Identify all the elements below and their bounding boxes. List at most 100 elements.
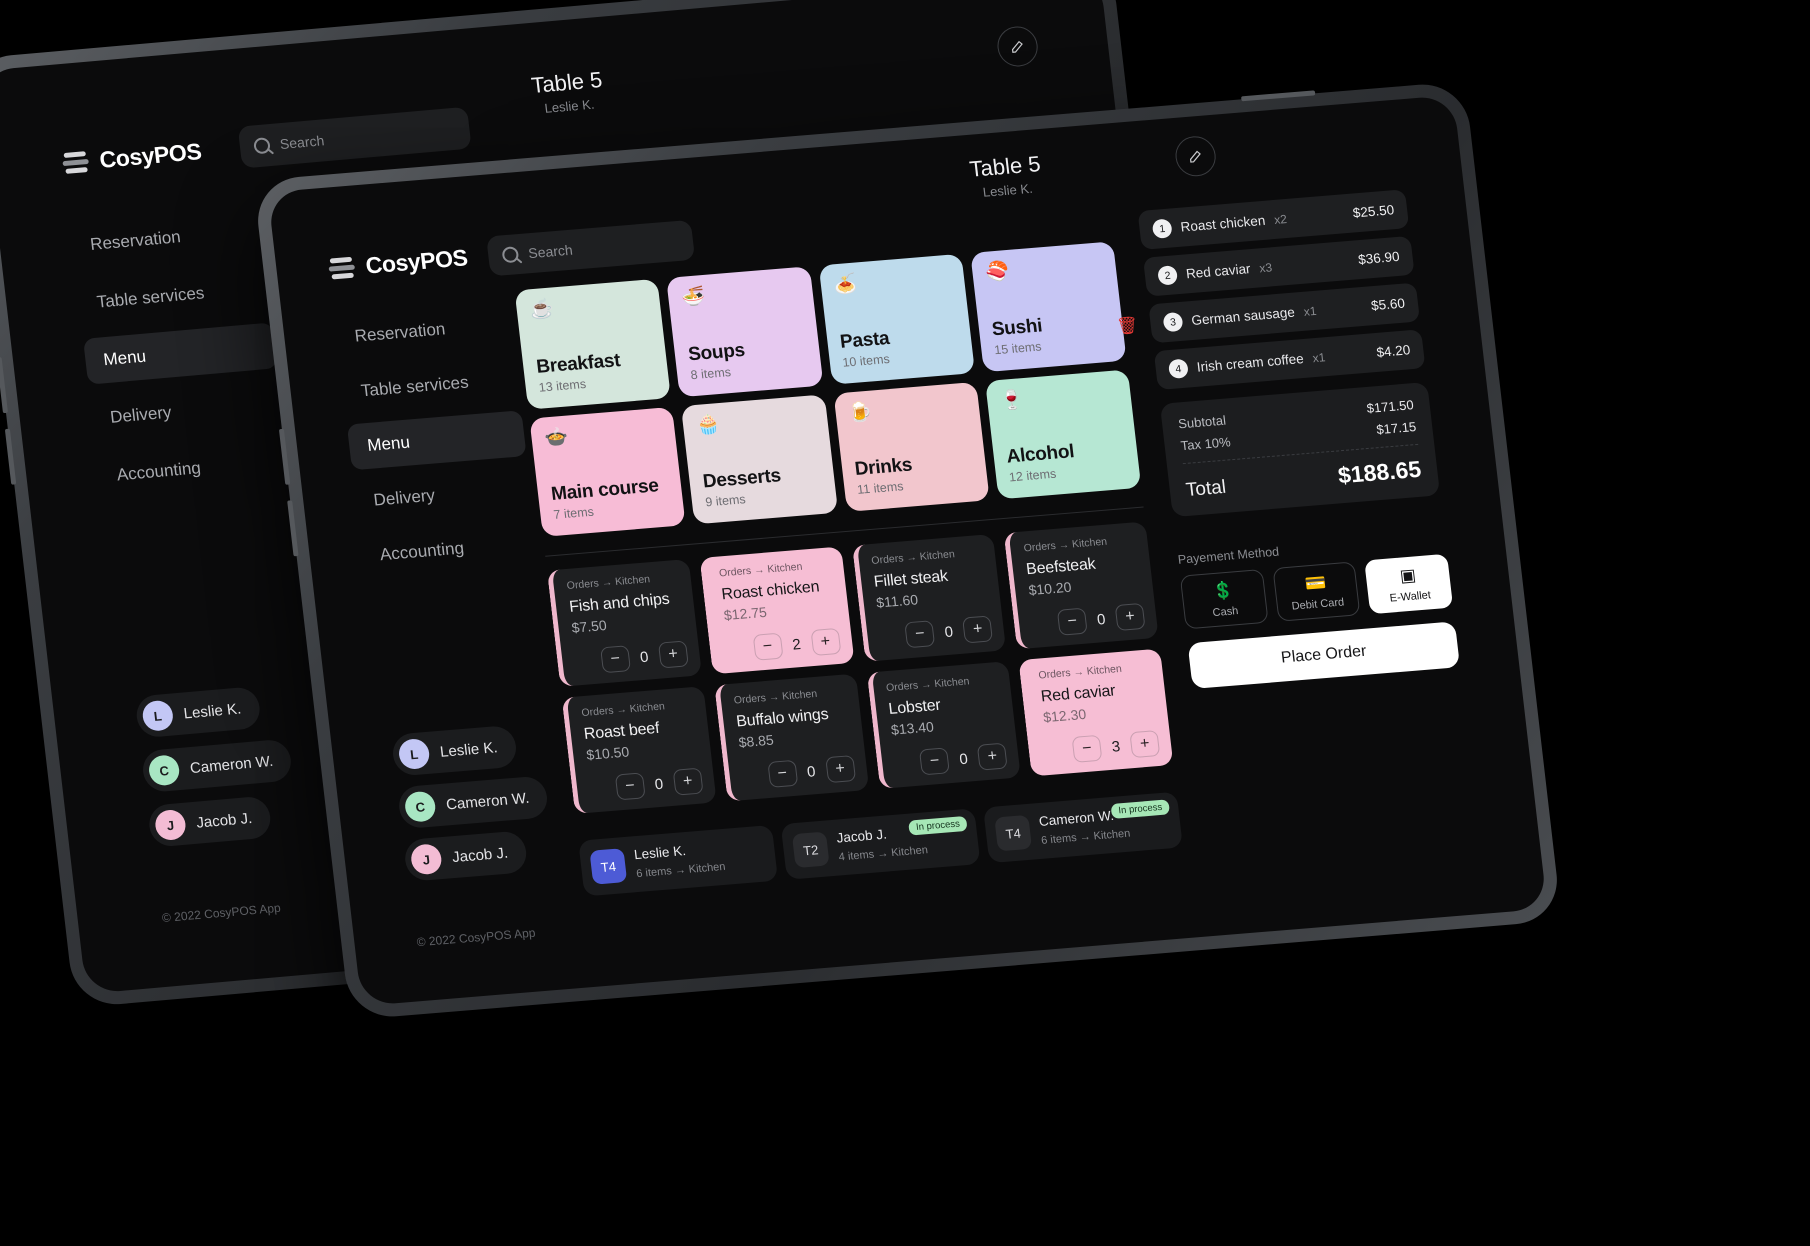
order-item-name: German sausage (1190, 304, 1296, 329)
product-card[interactable]: Orders → Kitchen Buffalo wings $8.85 − 0… (713, 673, 869, 802)
edit-table-button[interactable] (1173, 134, 1218, 178)
staff-cameron[interactable]: C Cameron W. (140, 738, 294, 794)
product-card[interactable]: Orders → Kitchen Roast chicken $12.75 − … (699, 546, 855, 675)
product-card[interactable]: Orders → Kitchen Lobster $13.40 − 0 + (866, 661, 1022, 789)
staff-name: Leslie K. (182, 700, 243, 722)
brand-logo-front[interactable]: CosyPOS (327, 244, 469, 282)
staff-leslie[interactable]: L Leslie K. (390, 724, 518, 777)
sidebar-item-menu[interactable]: Menu (346, 410, 527, 471)
sidebar-item-reservation[interactable]: Reservation (70, 207, 265, 269)
subtotal-label: Subtotal (1177, 412, 1227, 432)
brand-name: CosyPOS (98, 138, 203, 173)
pencil-icon (1189, 150, 1201, 163)
payment-label: Debit Card (1290, 596, 1345, 613)
sidebar-item-menu[interactable]: Menu (83, 322, 278, 385)
decrement-button[interactable]: − (766, 759, 798, 788)
sidebar-item-table-services[interactable]: Table services (340, 356, 520, 416)
staff-leslie[interactable]: L Leslie K. (134, 686, 262, 739)
payment-debit-card[interactable]: 💳 Debit Card (1272, 561, 1361, 622)
decrement-button[interactable]: − (919, 747, 951, 776)
table-tab-t2-jacob[interactable]: T2 Jacob J. 4 items → Kitchen In process (780, 808, 981, 880)
edit-table-button[interactable] (995, 24, 1040, 69)
search-input-back[interactable]: Search (237, 106, 472, 169)
increment-button[interactable]: + (962, 615, 994, 644)
category-desserts[interactable]: 🧁 Desserts 9 items (681, 393, 838, 525)
increment-button[interactable]: + (1114, 602, 1146, 631)
category-drinks[interactable]: 🍺 Drinks 11 items (832, 381, 990, 512)
decrement-button[interactable]: − (614, 772, 646, 801)
power-button[interactable] (1241, 90, 1316, 102)
category-name: Breakfast (535, 349, 622, 378)
order-item-price: $36.90 (1357, 248, 1401, 268)
search-input[interactable]: Search (486, 219, 696, 277)
brand-logo-back[interactable]: CosyPOS (61, 138, 203, 177)
credit-card-icon: 💳 (1303, 572, 1328, 594)
increment-button[interactable]: + (810, 627, 841, 657)
staff-cameron[interactable]: C Cameron W. (396, 775, 550, 830)
footer-copyright: © 2022 CosyPOS App (415, 925, 537, 950)
increment-button[interactable]: + (1129, 730, 1161, 759)
product-destination: Orders → Kitchen (718, 560, 804, 580)
mug-icon: 🍺 (847, 401, 874, 424)
pencil-icon (1011, 40, 1023, 53)
payment-e-wallet[interactable]: ▣ E-Wallet (1364, 553, 1454, 614)
category-main-course[interactable]: 🍲 Main course 7 items (529, 406, 686, 537)
decrement-button[interactable]: − (752, 632, 784, 661)
category-breakfast[interactable]: ☕ Breakfast 13 items (514, 278, 672, 410)
table-tab-t4-leslie[interactable]: T4 Leslie K. 6 items → Kitchen (578, 824, 779, 897)
sidebar-item-delivery[interactable]: Delivery (353, 465, 533, 525)
place-order-button[interactable]: Place Order (1187, 621, 1461, 689)
quantity-stepper: − 0 + (588, 758, 704, 803)
sidebar-item-reservation[interactable]: Reservation (334, 301, 514, 361)
sidebar-item-table-services[interactable]: Table services (76, 265, 271, 327)
sidebar-item-accounting[interactable]: Accounting (359, 520, 539, 580)
increment-button[interactable]: + (657, 640, 689, 669)
increment-button[interactable]: + (824, 755, 856, 784)
increment-button[interactable]: + (672, 767, 704, 796)
search-icon (501, 246, 520, 264)
category-pasta[interactable]: 🍝 Pasta 10 items (818, 253, 975, 385)
category-count: 7 items (552, 504, 595, 522)
quantity-value: 0 (958, 750, 969, 768)
staff-jacob[interactable]: J Jacob J. (402, 830, 529, 882)
staff-jacob[interactable]: J Jacob J. (147, 795, 273, 848)
decrement-button[interactable]: − (1071, 734, 1103, 763)
category-name: Sushi (990, 314, 1044, 340)
delete-icon[interactable]: 🗑 (1116, 315, 1140, 337)
sidebar-item-delivery[interactable]: Delivery (90, 380, 285, 442)
decrement-button[interactable]: − (1056, 607, 1088, 636)
product-card[interactable]: Orders → Kitchen Red caviar $12.30 − 3 + (1018, 648, 1174, 777)
payment-cash[interactable]: 💲 Cash (1179, 568, 1269, 630)
pasta-icon: 🍝 (832, 273, 859, 297)
main-course-icon: 🍲 (543, 426, 570, 449)
category-count: 10 items (841, 351, 891, 370)
volume-down-button[interactable] (4, 428, 17, 485)
product-card[interactable]: Orders → Kitchen Fish and chips $7.50 − … (546, 558, 702, 687)
increment-button[interactable]: + (977, 742, 1008, 771)
category-sushi[interactable]: 🍣 Sushi 15 items (969, 241, 1127, 372)
product-card[interactable]: Orders → Kitchen Beefsteak $10.20 − 0 + (1003, 521, 1159, 650)
product-card[interactable]: Orders → Kitchen Roast beef $10.50 − 0 + (561, 686, 717, 814)
order-item-index: 3 (1162, 311, 1184, 333)
category-alcohol[interactable]: 🍷 Alcohol 12 items (984, 368, 1142, 500)
table-tab-t4-cameron[interactable]: T4 Cameron W. 6 items → Kitchen In proce… (983, 791, 1183, 864)
category-name: Pasta (838, 327, 891, 353)
category-soups[interactable]: 🍜 Soups 8 items (666, 266, 823, 397)
decrement-button[interactable]: − (904, 620, 936, 649)
product-destination: Orders → Kitchen (1037, 662, 1123, 682)
footer-copyright: © 2022 CosyPOS App (161, 900, 282, 926)
table-tab-name: Cameron W. (1038, 807, 1115, 829)
product-card[interactable]: Orders → Kitchen Fillet steak $11.60 − 0… (851, 533, 1007, 662)
dollar-icon: 💲 (1211, 580, 1235, 602)
table-tab-name: Leslie K. (633, 843, 687, 863)
payment-label: E-Wallet (1389, 588, 1432, 605)
quantity-stepper: − 0 + (573, 631, 689, 676)
decrement-button[interactable]: − (599, 645, 631, 674)
status-badge: In process (1110, 799, 1171, 819)
quantity-stepper: − 3 + (1045, 720, 1161, 765)
table-tab-name: Jacob J. (835, 826, 888, 846)
volume-up-button[interactable] (0, 357, 8, 414)
cosypos-logo-icon (61, 148, 90, 176)
order-item-index: 2 (1157, 265, 1179, 286)
sidebar-item-accounting[interactable]: Accounting (96, 438, 291, 500)
